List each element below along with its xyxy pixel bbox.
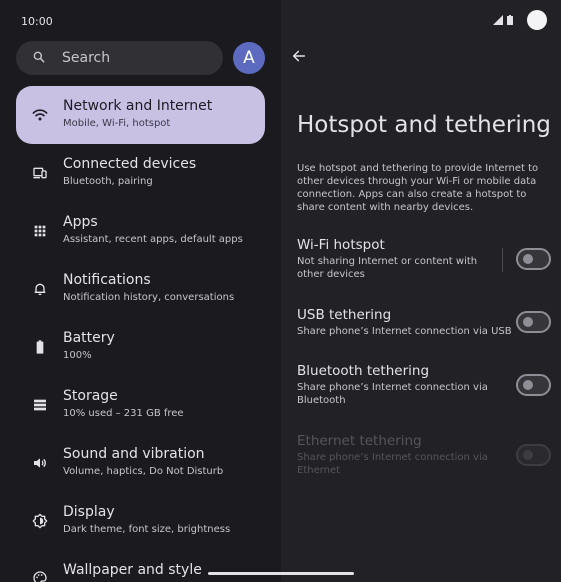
sidebar-item-subtitle: Volume, haptics, Do Not Disturb	[63, 466, 224, 477]
setting-subtitle: Share phone’s Internet connection via Et…	[297, 452, 488, 476]
ethernet-tethering-toggle	[516, 444, 551, 466]
setting-title: USB tethering	[297, 307, 392, 323]
sidebar-item-apps[interactable]: Apps Assistant, recent apps, default app…	[16, 202, 265, 260]
back-arrow-icon[interactable]	[291, 48, 307, 64]
setting-title: Bluetooth tethering	[297, 363, 430, 379]
setting-subtitle: Not sharing Internet or content with oth…	[297, 256, 478, 280]
setting-title: Ethernet tethering	[297, 433, 422, 449]
account-avatar[interactable]: A	[233, 42, 265, 74]
sidebar-item-battery[interactable]: Battery 100%	[16, 318, 265, 376]
wifi-hotspot-row[interactable]: Wi-Fi hotspot Not sharing Internet or co…	[297, 237, 551, 281]
sidebar-item-sound[interactable]: Sound and vibration Volume, haptics, Do …	[16, 434, 265, 492]
sidebar-item-subtitle: 10% used – 231 GB free	[63, 408, 184, 419]
setting-subtitle: Share phone’s Internet connection via Bl…	[297, 382, 488, 406]
sidebar-item-subtitle: Assistant, recent apps, default apps	[63, 234, 243, 245]
sidebar-item-subtitle: Dark theme, font size, brightness	[63, 524, 231, 535]
sidebar-item-subtitle: Notification history, conversations	[63, 292, 235, 303]
toggle-knob	[523, 450, 533, 460]
storage-icon	[32, 397, 48, 413]
status-indicators	[493, 10, 513, 29]
sidebar-item-title: Wallpaper and style	[63, 562, 202, 578]
gesture-nav-bar[interactable]	[208, 572, 354, 575]
sidebar-item-subtitle: Bluetooth, pairing	[63, 176, 153, 187]
search-icon	[32, 49, 46, 68]
status-time: 10:00	[21, 15, 53, 28]
bell-icon	[32, 281, 48, 297]
battery-status-icon	[507, 10, 513, 29]
wifi-icon	[32, 107, 48, 123]
sidebar-item-wallpaper[interactable]: Wallpaper and style	[16, 550, 265, 582]
camera-cutout	[527, 10, 547, 30]
sidebar-item-title: Connected devices	[63, 156, 197, 172]
sidebar-item-title: Display	[63, 504, 115, 520]
sidebar-item-display[interactable]: Display Dark theme, font size, brightnes…	[16, 492, 265, 550]
brightness-icon	[32, 513, 48, 529]
setting-title: Wi-Fi hotspot	[297, 237, 385, 253]
bluetooth-tethering-row[interactable]: Bluetooth tethering Share phone’s Intern…	[297, 363, 551, 407]
setting-subtitle: Share phone’s Internet connection via US…	[297, 326, 512, 337]
signal-icon	[493, 10, 503, 29]
sidebar-item-storage[interactable]: Storage 10% used – 231 GB free	[16, 376, 265, 434]
apps-grid-icon	[32, 223, 48, 239]
settings-sidebar: 10:00 Search A Network and Internet Mobi…	[0, 0, 281, 582]
sidebar-item-title: Notifications	[63, 272, 151, 288]
wifi-hotspot-toggle[interactable]	[516, 248, 551, 270]
search-placeholder: Search	[62, 50, 111, 66]
devices-icon	[32, 165, 48, 181]
toggle-knob	[523, 317, 533, 327]
sidebar-item-subtitle: Mobile, Wi-Fi, hotspot	[63, 118, 171, 129]
sidebar-item-title: Network and Internet	[63, 98, 213, 114]
sidebar-item-title: Storage	[63, 388, 118, 404]
bluetooth-tethering-toggle[interactable]	[516, 374, 551, 396]
sidebar-item-title: Sound and vibration	[63, 446, 205, 462]
sidebar-item-connected-devices[interactable]: Connected devices Bluetooth, pairing	[16, 144, 265, 202]
toggle-knob	[523, 380, 533, 390]
sidebar-item-notifications[interactable]: Notifications Notification history, conv…	[16, 260, 265, 318]
page-description: Use hotspot and tethering to provide Int…	[297, 163, 539, 213]
sidebar-item-network[interactable]: Network and Internet Mobile, Wi-Fi, hots…	[16, 86, 265, 144]
palette-icon	[32, 570, 48, 582]
detail-pane	[281, 0, 561, 582]
usb-tethering-row[interactable]: USB tethering Share phone’s Internet con…	[297, 307, 551, 339]
sidebar-item-title: Apps	[63, 214, 98, 230]
battery-icon	[32, 339, 48, 355]
row-divider	[502, 248, 503, 272]
toggle-knob	[523, 254, 533, 264]
usb-tethering-toggle[interactable]	[516, 311, 551, 333]
sidebar-item-subtitle: 100%	[63, 350, 92, 361]
search-bar[interactable]: Search	[16, 41, 223, 75]
volume-icon	[32, 455, 48, 471]
sidebar-item-title: Battery	[63, 330, 115, 346]
page-title: Hotspot and tethering	[297, 112, 551, 138]
ethernet-tethering-row: Ethernet tethering Share phone’s Interne…	[297, 433, 551, 477]
